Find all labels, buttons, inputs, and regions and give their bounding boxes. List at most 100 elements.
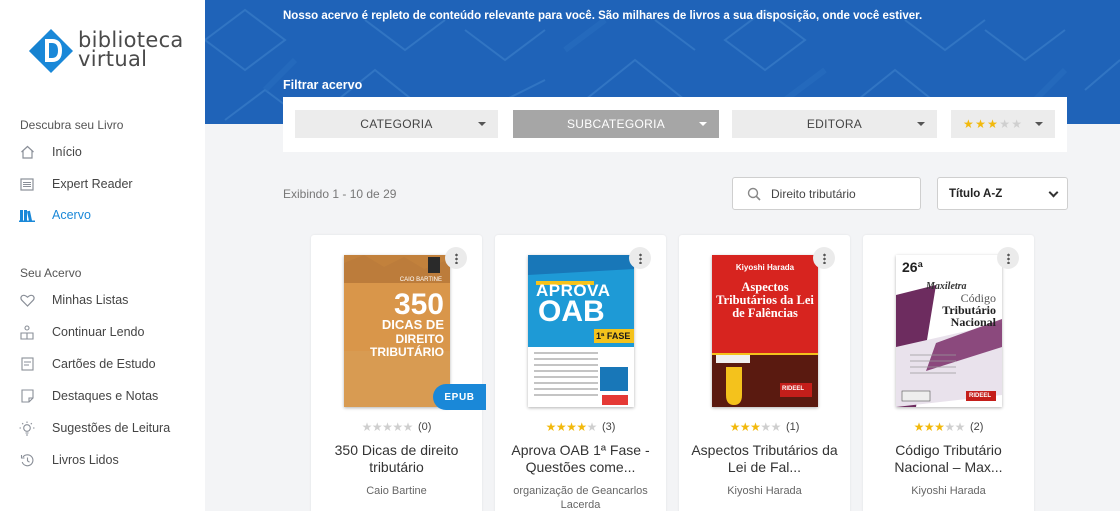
lightbulb-icon — [18, 419, 36, 437]
more-options-button[interactable] — [629, 247, 651, 269]
sidebar: biblioteca virtual Descubra seu Livro In… — [0, 0, 205, 511]
book-title[interactable]: 350 Dicas de direito tributário — [321, 442, 472, 476]
star-filled-icon: ★ — [739, 420, 751, 434]
kebab-icon — [638, 252, 642, 264]
cover-title: DIREITO TRIBUTÁRIO — [370, 332, 444, 359]
sidebar-item-livros-lidos[interactable]: Livros Lidos — [18, 448, 198, 472]
kebab-icon — [1006, 252, 1010, 264]
book-card[interactable]: APROVA OAB 1ª FASE ★★★★★ (3) Aprova OAB … — [495, 235, 666, 511]
filter-panel: CATEGORIA SUBCATEGORIA EDITORA ★★★★★ — [283, 97, 1067, 152]
editora-dropdown[interactable]: EDITORA — [732, 110, 937, 138]
sidebar-item-inicio[interactable]: Início — [18, 140, 198, 164]
star-filled-icon: ★ — [963, 117, 975, 131]
card-icon — [18, 355, 36, 373]
review-count: (0) — [417, 421, 432, 433]
results-count: Exibindo 1 - 10 de 29 — [283, 187, 397, 201]
kebab-icon — [822, 252, 826, 264]
book-cover[interactable]: 26ª Maxiletra Código Tributário Nacional… — [896, 255, 1002, 407]
more-options-button[interactable] — [813, 247, 835, 269]
caret-down-icon — [478, 122, 486, 126]
star-empty-icon: ★ — [954, 420, 966, 434]
cover-author: CAIO BARTINE — [399, 277, 442, 283]
cover-phase: 1ª FASE — [596, 331, 631, 341]
sort-select[interactable]: Título A-Z — [937, 177, 1068, 210]
book-rating: ★★★★★ (1) — [679, 420, 850, 434]
sidebar-item-label: Minhas Listas — [52, 293, 129, 307]
book-cover[interactable]: APROVA OAB 1ª FASE — [528, 255, 634, 407]
sidebar-item-label: Sugestões de Leitura — [52, 421, 171, 435]
sidebar-item-label: Livros Lidos — [52, 453, 119, 467]
rating-stars: ★★★★★ — [913, 420, 966, 434]
review-count: (1) — [785, 421, 800, 433]
search-icon — [747, 187, 761, 201]
star-empty-icon: ★ — [361, 420, 373, 434]
search-box[interactable] — [732, 177, 921, 210]
star-empty-icon: ★ — [392, 420, 403, 434]
rating-dropdown[interactable]: ★★★★★ — [951, 110, 1055, 138]
more-options-button[interactable] — [997, 247, 1019, 269]
book-author: Caio Bartine — [366, 485, 427, 497]
logo[interactable]: biblioteca virtual — [28, 28, 188, 78]
book-title[interactable]: Aprova OAB 1ª Fase - Questões come... — [505, 442, 656, 476]
note-icon — [18, 387, 36, 405]
star-empty-icon: ★ — [1011, 117, 1023, 131]
more-options-button[interactable] — [445, 247, 467, 269]
sidebar-item-sugestoes-de-leitura[interactable]: Sugestões de Leitura — [18, 416, 198, 440]
search-input[interactable] — [771, 186, 911, 201]
sidebar-item-label: Destaques e Notas — [52, 389, 159, 403]
star-filled-icon: ★ — [934, 420, 945, 434]
book-rating: ★★★★★ (3) — [495, 420, 666, 434]
sidebar-item-label: Início — [52, 145, 82, 159]
star-empty-icon: ★ — [770, 420, 782, 434]
sidebar-item-label: Continuar Lendo — [52, 325, 145, 339]
chevron-down-icon — [1048, 187, 1059, 198]
cover-publisher: RIDEEL — [782, 386, 805, 392]
section-title-discover: Descubra seu Livro — [20, 118, 124, 132]
filter-heading: Filtrar acervo — [283, 78, 363, 92]
star-filled-icon: ★ — [555, 420, 567, 434]
book-card[interactable]: Kiyoshi Harada Aspectos Tributários da L… — [679, 235, 850, 511]
sidebar-item-minhas-listas[interactable]: Minhas Listas — [18, 288, 198, 312]
caret-down-icon — [1035, 122, 1043, 126]
list-icon — [18, 175, 36, 193]
sidebar-item-acervo[interactable]: Acervo — [18, 203, 198, 227]
review-count: (3) — [601, 421, 616, 433]
history-icon — [18, 451, 36, 469]
star-empty-icon: ★ — [402, 420, 414, 434]
star-filled-icon: ★ — [566, 420, 577, 434]
sidebar-item-continuar-lendo[interactable]: Continuar Lendo — [18, 320, 198, 344]
rating-stars: ★★★★★ — [729, 420, 782, 434]
star-filled-icon: ★ — [729, 420, 741, 434]
rating-stars: ★★★★★ — [361, 420, 414, 434]
book-author: Kiyoshi Harada — [727, 485, 802, 497]
editora-label: EDITORA — [806, 117, 863, 131]
star-empty-icon: ★ — [999, 117, 1011, 131]
star-filled-icon: ★ — [576, 420, 587, 434]
star-empty-icon: ★ — [760, 420, 771, 434]
book-title[interactable]: Código Tributário Nacional – Max... — [873, 442, 1024, 476]
cover-publisher: RIDEEL — [969, 393, 992, 399]
book-cover[interactable]: Kiyoshi Harada Aspectos Tributários da L… — [712, 255, 818, 407]
categoria-dropdown[interactable]: CATEGORIA — [295, 110, 498, 138]
home-icon — [18, 143, 36, 161]
book-author: organização de Geancarlos Lacerda — [513, 485, 648, 511]
star-filled-icon: ★ — [913, 420, 925, 434]
star-filled-icon: ★ — [750, 420, 761, 434]
sidebar-item-cartoes-de-estudo[interactable]: Cartões de Estudo — [18, 352, 198, 376]
book-card[interactable]: 26ª Maxiletra Código Tributário Nacional… — [863, 235, 1034, 511]
rating-stars: ★★★★★ — [963, 117, 1023, 131]
book-card[interactable]: CAIO BARTINE 350 DICAS DE DIREITO TRIBUT… — [311, 235, 486, 511]
book-rating: ★★★★★ (2) — [863, 420, 1034, 434]
sidebar-item-expert-reader[interactable]: Expert Reader — [18, 172, 198, 196]
star-filled-icon: ★ — [545, 420, 557, 434]
sidebar-item-destaques-e-notas[interactable]: Destaques e Notas — [18, 384, 198, 408]
book-title[interactable]: Aspectos Tributários da Lei de Fal... — [689, 442, 840, 476]
subcategoria-dropdown[interactable]: SUBCATEGORIA — [513, 110, 719, 138]
sidebar-item-label: Cartões de Estudo — [52, 357, 156, 371]
sort-value: Título A-Z — [949, 187, 1003, 200]
star-filled-icon: ★ — [975, 117, 987, 131]
bookshelf-icon — [18, 206, 36, 224]
book-cover[interactable]: CAIO BARTINE 350 DICAS DE DIREITO TRIBUT… — [344, 255, 450, 407]
epub-badge: EPUB — [433, 384, 486, 410]
caret-down-icon — [699, 122, 707, 126]
